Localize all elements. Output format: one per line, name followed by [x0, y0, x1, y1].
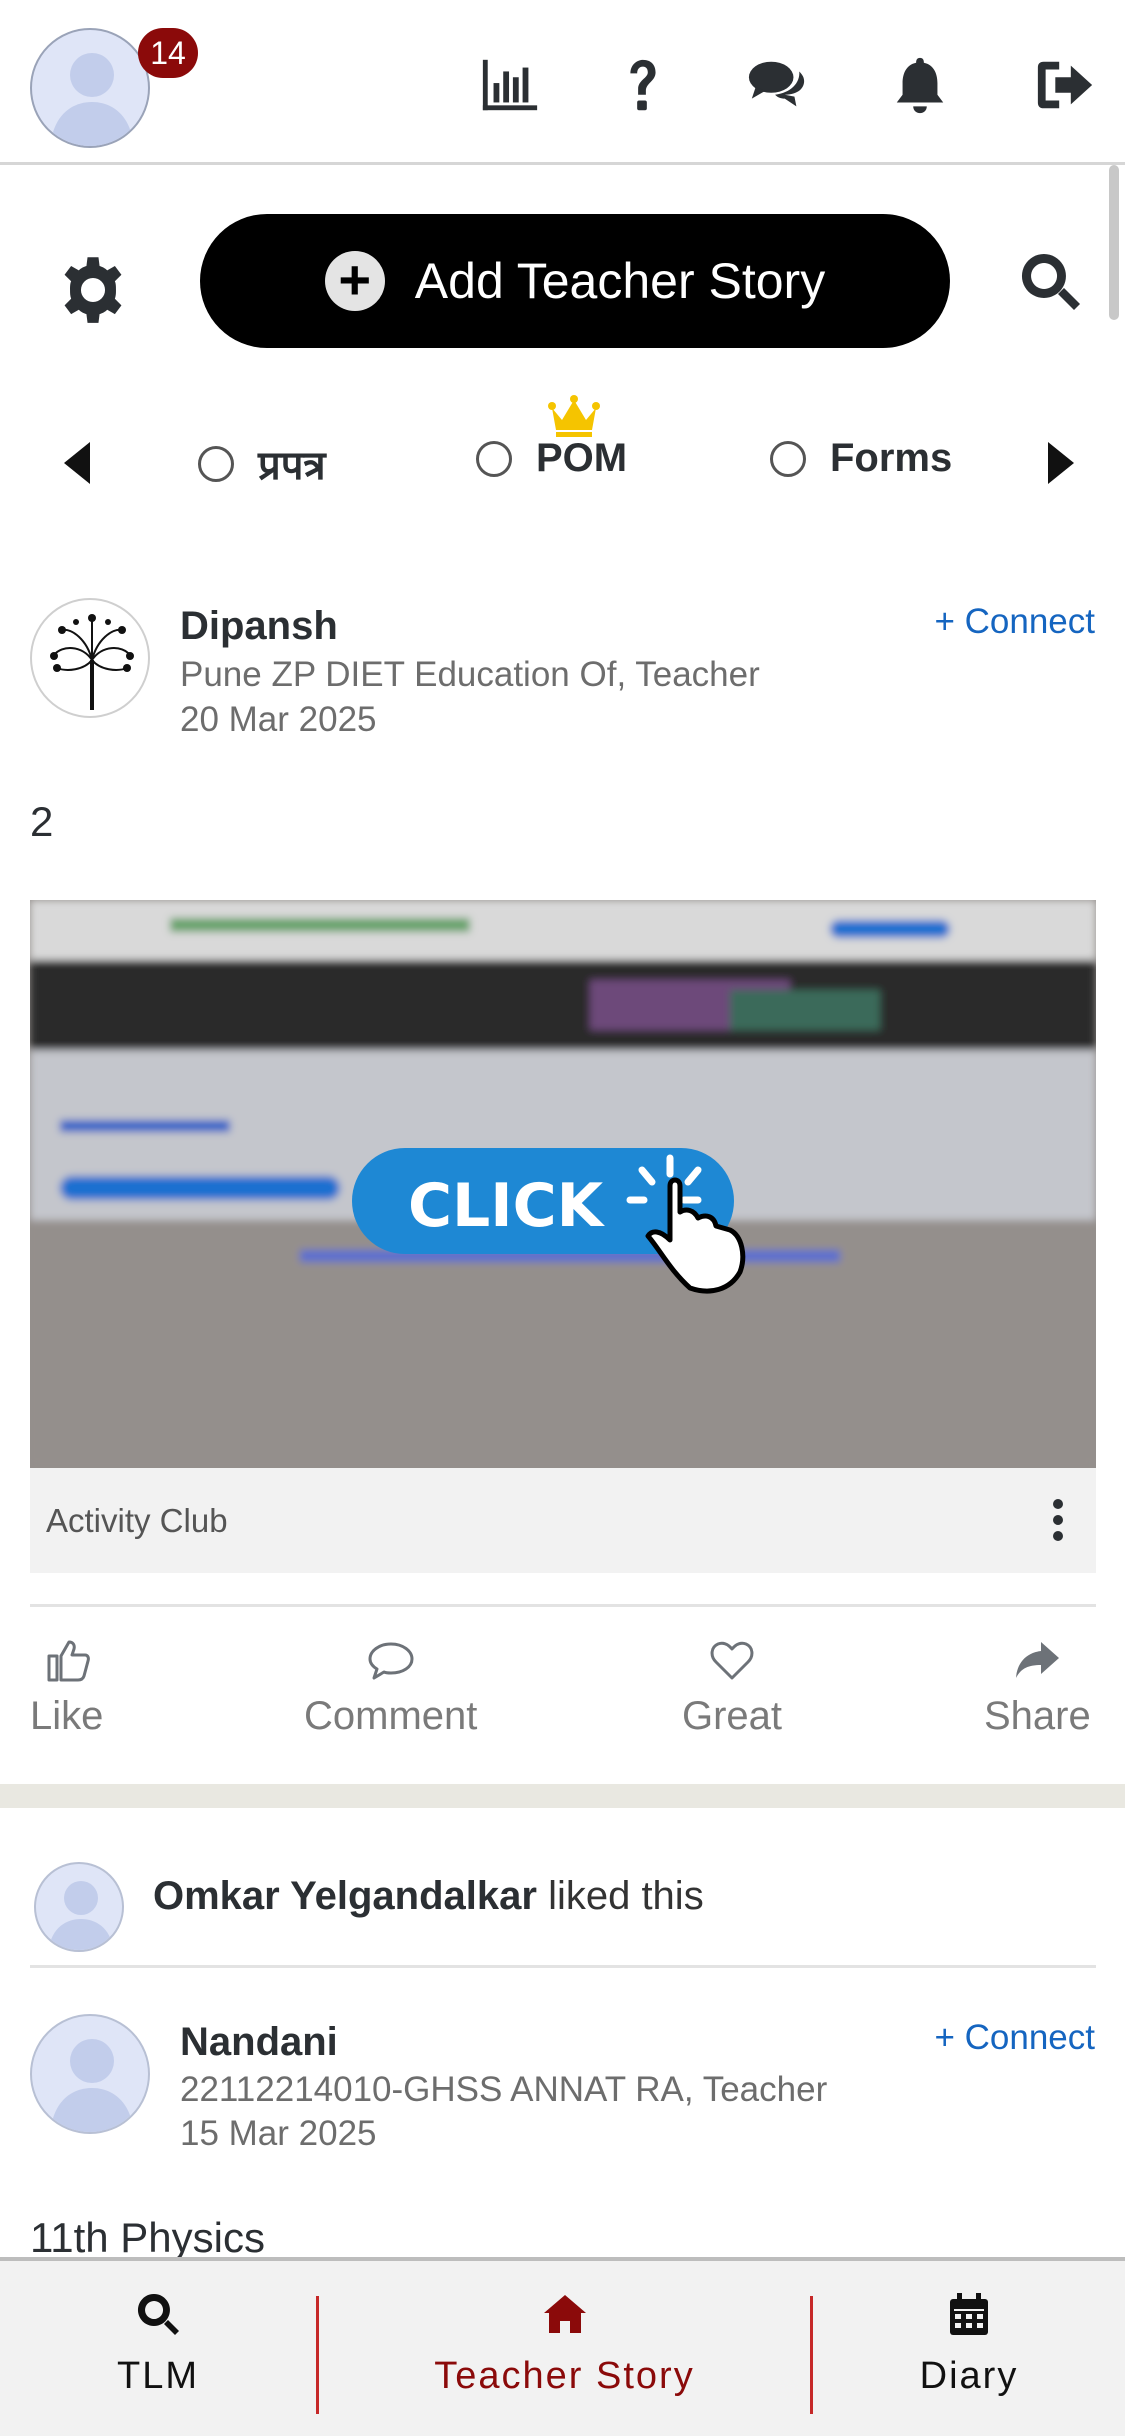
- nav-label: Teacher Story: [434, 2355, 695, 2397]
- add-teacher-story-label: Add Teacher Story: [414, 253, 826, 309]
- filter-prev-arrow-icon[interactable]: [58, 438, 98, 488]
- great-button[interactable]: Great: [682, 1636, 782, 1739]
- post-author-avatar[interactable]: [30, 2014, 150, 2134]
- post-author-avatar[interactable]: [30, 598, 150, 718]
- bar-chart-icon[interactable]: [475, 50, 545, 120]
- heart-icon: [710, 1641, 754, 1680]
- scrollbar[interactable]: [1109, 165, 1119, 320]
- logout-icon[interactable]: [1030, 50, 1100, 120]
- person-placeholder-icon: [50, 53, 134, 146]
- notification-count-badge: 14: [138, 28, 198, 78]
- nav-label: TLM: [117, 2355, 199, 2397]
- chat-icon[interactable]: [742, 50, 812, 120]
- post-author-subtitle: 22112214010-GHSS ANNAT RA, Teacher: [180, 2070, 828, 2109]
- more-options-icon[interactable]: [1050, 1498, 1066, 1542]
- nav-label: Diary: [919, 2355, 1019, 2397]
- like-label: Like: [30, 1694, 104, 1738]
- filter-option-forms[interactable]: Forms: [770, 436, 952, 481]
- post-text: 2: [30, 798, 54, 845]
- like-button[interactable]: Like: [30, 1636, 103, 1739]
- radio-button[interactable]: [770, 440, 806, 477]
- bottom-navigation: TLM Teacher Story Diary: [0, 2257, 1125, 2436]
- profile-avatar[interactable]: [30, 28, 150, 148]
- post-author-name[interactable]: Nandani: [180, 2020, 338, 2065]
- filter-label: POM: [536, 436, 628, 480]
- divider: [30, 1604, 1096, 1607]
- filter-label: Forms: [830, 436, 953, 480]
- radio-button[interactable]: [476, 440, 512, 477]
- liked-suffix: liked this: [548, 1874, 704, 1918]
- blurred-screenshot-image: CLICK: [30, 900, 1096, 1468]
- divider: [30, 1965, 1096, 1968]
- comment-button[interactable]: Comment: [304, 1636, 477, 1739]
- share-label: Share: [984, 1694, 1091, 1738]
- connect-button[interactable]: + Connect: [934, 2018, 1095, 2058]
- thumbs-up-icon: [47, 1640, 90, 1682]
- radio-button[interactable]: [198, 445, 234, 482]
- nav-tab-teacher-story[interactable]: Teacher Story: [319, 2261, 810, 2436]
- share-icon: [1016, 1642, 1060, 1678]
- settings-gear-icon[interactable]: [58, 255, 128, 325]
- filter-label: प्रपत्र: [258, 444, 326, 488]
- post-date: 20 Mar 2025: [180, 700, 377, 739]
- filter-option-pom[interactable]: POM: [476, 436, 627, 481]
- post-text: 11th Physics: [30, 2214, 265, 2261]
- filter-next-arrow-icon[interactable]: [1040, 438, 1080, 488]
- help-icon[interactable]: [607, 50, 677, 120]
- nav-tab-tlm[interactable]: TLM: [0, 2261, 316, 2436]
- home-icon: [543, 2295, 586, 2333]
- search-icon: [137, 2294, 179, 2335]
- post-date: 15 Mar 2025: [180, 2114, 377, 2153]
- filter-option-prapatra[interactable]: प्रपत्र: [198, 436, 326, 491]
- section-separator: [0, 1784, 1125, 1808]
- post-image[interactable]: CLICK: [30, 900, 1096, 1468]
- top-header: 14: [0, 0, 1125, 165]
- post-caption-bar: Activity Club: [30, 1468, 1096, 1573]
- post-category-label: Activity Club: [46, 1502, 228, 1539]
- post-author-subtitle: Pune ZP DIET Education Of, Teacher: [180, 655, 760, 694]
- person-placeholder-icon: [50, 2039, 134, 2132]
- comment-label: Comment: [304, 1694, 478, 1738]
- plus-circle-icon: +: [324, 251, 385, 311]
- tree-logo-icon: [50, 614, 134, 710]
- liker-avatar[interactable]: [34, 1862, 124, 1952]
- liker-name[interactable]: Omkar Yelgandalkar: [153, 1874, 537, 1918]
- crown-icon: [548, 395, 600, 437]
- great-label: Great: [682, 1694, 783, 1738]
- search-icon[interactable]: [1018, 250, 1088, 320]
- connect-button[interactable]: + Connect: [934, 602, 1095, 642]
- bell-icon[interactable]: [885, 50, 955, 120]
- add-teacher-story-button[interactable]: + Add Teacher Story: [200, 214, 950, 348]
- calendar-icon: [950, 2293, 988, 2335]
- post-author-name[interactable]: Dipansh: [180, 604, 338, 649]
- comment-icon: [368, 1642, 414, 1680]
- click-text: CLICK: [408, 1171, 606, 1241]
- person-placeholder-icon: [48, 1881, 114, 1950]
- share-button[interactable]: Share: [984, 1636, 1091, 1739]
- liked-activity-text: Omkar Yelgandalkar liked this: [153, 1874, 704, 1919]
- nav-tab-diary[interactable]: Diary: [813, 2261, 1125, 2436]
